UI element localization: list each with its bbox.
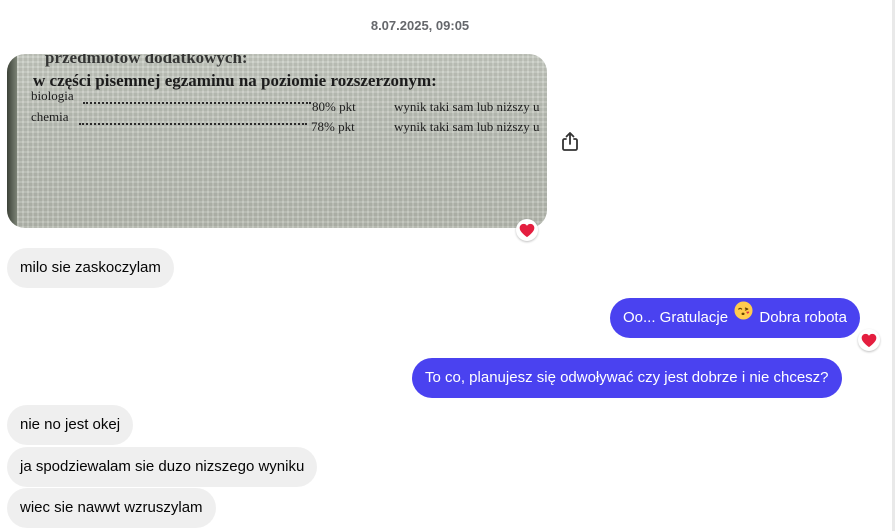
message-text: To co, planujesz się odwoływać czy jest …: [425, 369, 829, 386]
photo-dotted-line: [83, 102, 311, 104]
message-text: nie no jest okej: [20, 416, 121, 433]
photo-row-subject: chemia: [31, 109, 69, 124]
message-reaction-heart[interactable]: [858, 329, 880, 351]
share-icon[interactable]: [560, 130, 580, 152]
photo-row-score: 80% pkt: [312, 99, 356, 114]
message-outgoing[interactable]: To co, planujesz się odwoływać czy jest …: [412, 358, 842, 398]
message-incoming[interactable]: ja spodziewalam sie duzo nizszego wyniku: [7, 447, 318, 487]
photo-row-result: wynik taki sam lub niższy u: [394, 119, 540, 134]
photo-dotted-line: [79, 123, 307, 125]
photo-shadow-edge: [7, 54, 17, 228]
message-outgoing[interactable]: Oo... Gratulacje Dobra robota: [610, 298, 860, 338]
message-incoming[interactable]: wiec sie nawwt wzruszylam: [7, 488, 216, 528]
photo-text-heading-top: przedmiotów dodatkowych:: [45, 54, 248, 67]
photo-reaction-heart[interactable]: [516, 219, 538, 241]
heart-icon: [861, 333, 877, 347]
photo-attachment[interactable]: przedmiotów dodatkowych: w części pisemn…: [7, 54, 547, 228]
message-text: ja spodziewalam sie duzo nizszego wyniku: [20, 458, 305, 475]
message-incoming[interactable]: milo sie zaskoczylam: [7, 248, 174, 288]
message-text: Dobra robota: [759, 309, 847, 326]
message-text: wiec sie nawwt wzruszylam: [20, 499, 203, 516]
photo-row-score: 78% pkt: [311, 119, 355, 134]
message-timestamp: 8.07.2025, 09:05: [370, 18, 470, 33]
photo-row-result: wynik taki sam lub niższy u: [394, 99, 540, 114]
photo-text-heading: w części pisemnej egzaminu na poziomie r…: [33, 71, 437, 90]
message-incoming[interactable]: nie no jest okej: [7, 405, 134, 445]
message-text: Oo... Gratulacje: [623, 309, 729, 326]
kissing-face-icon: [734, 296, 753, 336]
message-text: milo sie zaskoczylam: [20, 259, 161, 276]
heart-icon: [519, 223, 535, 237]
photo-row-subject: biologia: [31, 88, 74, 103]
